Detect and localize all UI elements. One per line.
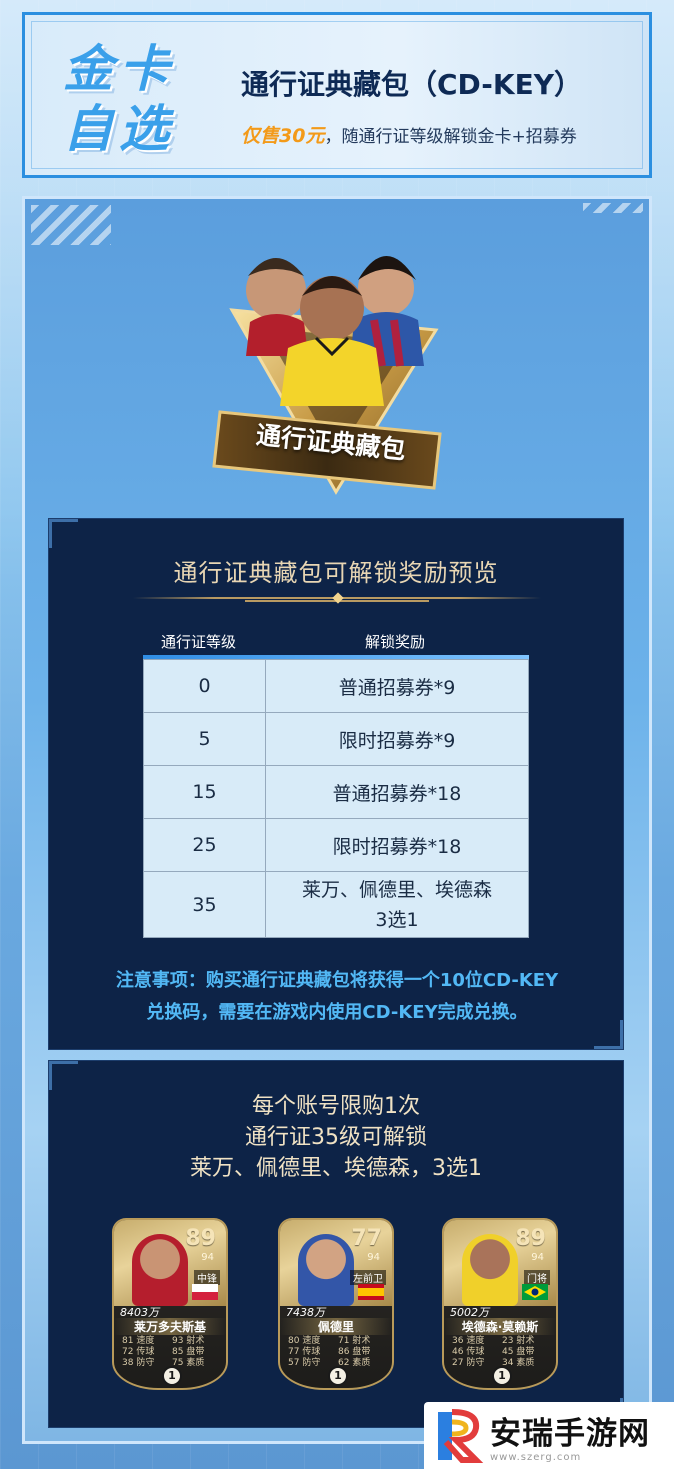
stat: 71 射术 <box>338 1336 371 1346</box>
column-header-reward: 解锁奖励 <box>365 633 426 651</box>
rewards-table-header: 通行证等级 解锁奖励 <box>143 629 529 659</box>
notice-text: 注意事项：购买通行证典藏包将获得一个10位CD-KEY 兑换码，需要在游戏内使用… <box>77 965 597 1029</box>
stat: 23 射术 <box>502 1336 535 1346</box>
stat: 27 防守 <box>452 1358 485 1368</box>
stat: 81 速度 <box>122 1336 155 1346</box>
brand-line-2: 自选 <box>63 100 175 158</box>
stat: 85 盘带 <box>172 1347 205 1357</box>
choice-line-3: 莱万、佩德里、埃德森，3选1 <box>190 1156 482 1181</box>
player-card-lewandowski[interactable]: 89 94 中锋 8403万 莱万多夫斯基 81 速度 72 传球 38 防守 … <box>112 1218 228 1390</box>
decor-stripes <box>31 205 111 245</box>
stat: 75 素质 <box>172 1358 205 1368</box>
rewards-table: 0 普通招募券*9 5 限时招募券*9 15 普通招募券*18 25 限时招募券… <box>143 659 529 938</box>
stat: 38 防守 <box>122 1358 155 1368</box>
table-row: 35 莱万、佩德里、埃德森 3选1 <box>143 871 529 938</box>
column-header-level: 通行证等级 <box>161 633 237 651</box>
overall-rating: 89 <box>515 1226 546 1251</box>
rewards-panel: 通行证典藏包可解锁奖励预览 通行证等级 解锁奖励 0 普通招募券*9 5 限时招… <box>48 518 624 1050</box>
brazil-flag-icon <box>522 1284 548 1300</box>
choice-line-2: 通行证35级可解锁 <box>245 1125 427 1150</box>
stat: 36 速度 <box>452 1336 485 1346</box>
site-url: www.szerg.com <box>490 1452 582 1463</box>
level-badge: 1 <box>492 1366 512 1386</box>
title-divider <box>133 592 541 604</box>
choice-line-1: 每个账号限购1次 <box>252 1094 420 1119</box>
overall-rating: 77 <box>351 1226 382 1251</box>
reward-cell: 限时招募券*18 <box>265 818 529 872</box>
stat: 62 素质 <box>338 1358 371 1368</box>
reward-cell: 限时招募券*9 <box>265 712 529 766</box>
stat: 45 盘带 <box>502 1347 535 1357</box>
site-watermark[interactable]: 安瑞手游网 www.szerg.com <box>424 1402 674 1469</box>
rewards-title: 通行证典藏包可解锁奖励预览 <box>173 559 499 587</box>
pack-emblem: 通行证典藏包 <box>204 236 454 498</box>
stat: 57 防守 <box>288 1358 321 1368</box>
level-badge: 1 <box>328 1366 348 1386</box>
level-badge: 1 <box>162 1366 182 1386</box>
stat: 46 传球 <box>452 1347 485 1357</box>
price-tag: 仅售30元 <box>241 125 325 147</box>
level-cell: 25 <box>143 818 266 872</box>
decor-stripes-right <box>583 203 643 213</box>
brand-logo: 金卡 自选 <box>63 39 213 159</box>
stat: 93 射术 <box>172 1336 205 1346</box>
table-row: 0 普通招募券*9 <box>143 659 529 713</box>
stat: 72 传球 <box>122 1347 155 1357</box>
spain-flag-icon <box>358 1284 384 1300</box>
brand-line-1: 金卡 <box>63 40 175 98</box>
level-cell: 0 <box>143 659 266 713</box>
reward-cell: 普通招募券*9 <box>265 659 529 713</box>
player-portrait <box>298 1234 354 1306</box>
sub-rating: 94 <box>367 1252 380 1263</box>
table-row: 5 限时招募券*9 <box>143 712 529 766</box>
stat: 86 盘带 <box>338 1347 371 1357</box>
player-card-ederson[interactable]: 89 94 门将 5002万 埃德森·莫赖斯 36 速度 46 传球 27 防守… <box>442 1218 558 1390</box>
player-name: 埃德森·莫赖斯 <box>444 1318 556 1335</box>
reward-line-1: 莱万、佩德里、埃德森 <box>301 878 492 901</box>
reward-line-2: 3选1 <box>375 908 419 931</box>
player-portrait <box>132 1234 188 1306</box>
header-subtitle: 仅售30元，随通行证等级解锁金卡+招募券 <box>241 121 577 148</box>
player-name: 佩德里 <box>280 1318 392 1335</box>
sub-rating: 94 <box>531 1252 544 1263</box>
site-name: 安瑞手游网 <box>490 1416 650 1452</box>
level-cell: 35 <box>143 871 266 938</box>
site-logo-icon <box>438 1409 484 1463</box>
header-title: 通行证典藏包（CD-KEY） <box>241 68 583 101</box>
player-card-pedri[interactable]: 77 94 左前卫 7438万 佩德里 80 速度 77 传球 57 防守 71… <box>278 1218 394 1390</box>
overall-rating: 89 <box>185 1226 216 1251</box>
notice-line-2: 兑换码，需要在游戏内使用CD-KEY完成兑换。 <box>146 1002 528 1023</box>
stat: 77 传球 <box>288 1347 321 1357</box>
reward-cell: 普通招募券*18 <box>265 765 529 819</box>
subtitle-text: ，随通行证等级解锁金卡+招募券 <box>324 127 577 147</box>
position-badge: 门将 <box>524 1270 550 1285</box>
choice-text: 每个账号限购1次 通行证35级可解锁 莱万、佩德里、埃德森，3选1 <box>49 1091 623 1184</box>
position-badge: 左前卫 <box>350 1270 386 1285</box>
poland-flag-icon <box>192 1284 218 1300</box>
position-badge: 中锋 <box>194 1270 220 1285</box>
header-banner: 金卡 自选 通行证典藏包（CD-KEY） 仅售30元，随通行证等级解锁金卡+招募… <box>22 12 652 178</box>
reward-cell: 莱万、佩德里、埃德森 3选1 <box>265 871 529 938</box>
player-name: 莱万多夫斯基 <box>114 1318 226 1335</box>
stat: 34 素质 <box>502 1358 535 1368</box>
stat: 80 速度 <box>288 1336 321 1346</box>
sub-rating: 94 <box>201 1252 214 1263</box>
table-row: 15 普通招募券*18 <box>143 765 529 819</box>
level-cell: 15 <box>143 765 266 819</box>
level-cell: 5 <box>143 712 266 766</box>
player-portrait <box>462 1234 518 1306</box>
table-row: 25 限时招募券*18 <box>143 818 529 872</box>
notice-line-1: 注意事项：购买通行证典藏包将获得一个10位CD-KEY <box>115 970 559 991</box>
